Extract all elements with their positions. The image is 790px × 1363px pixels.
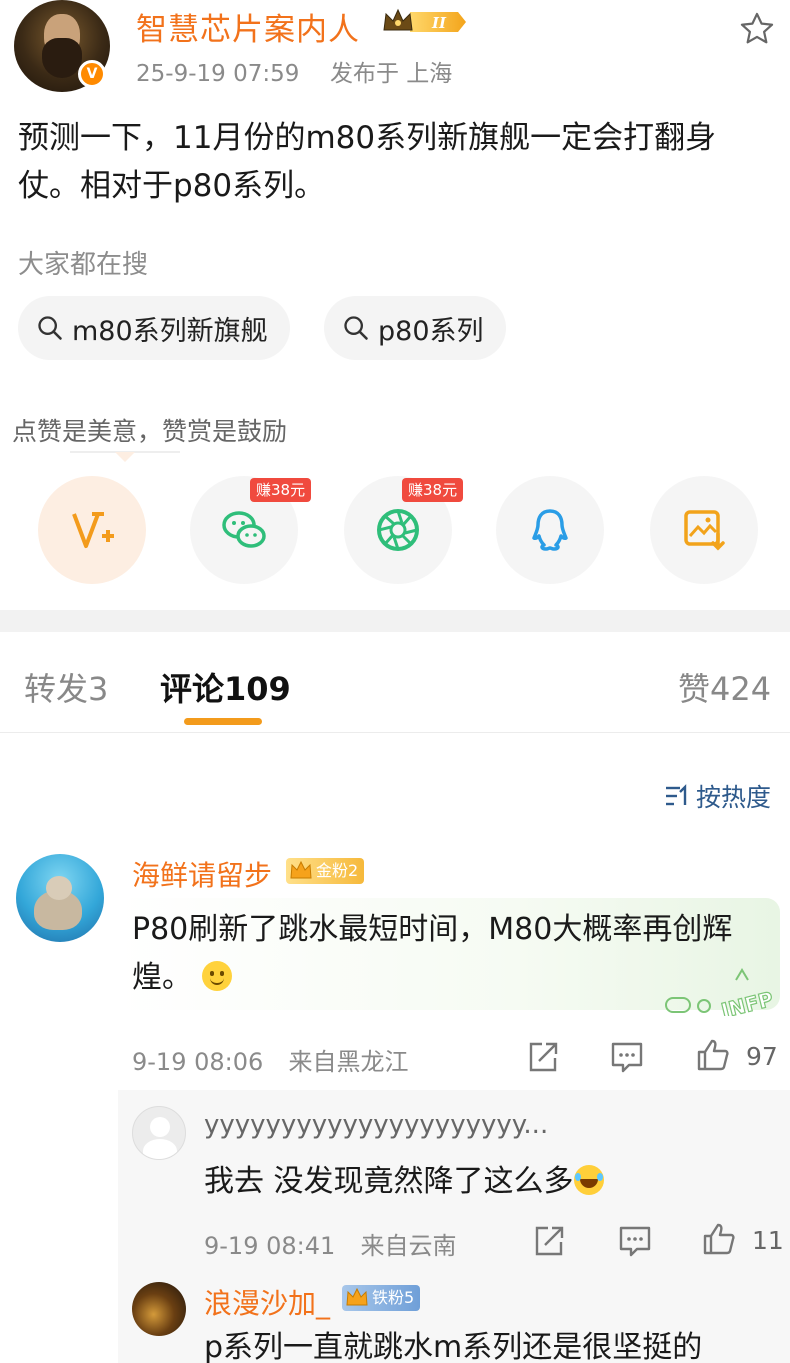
author-name[interactable]: 智慧芯片案内人 [136,4,360,49]
crown-level-badge-icon: II [383,8,466,32]
qq-icon [532,509,568,551]
tab-repost-label: 转发 [24,670,89,708]
hot-search-title: 大家都在搜 [18,250,149,280]
sort-by-hot-button[interactable]: 按热度 [664,778,771,814]
search-chip-label: m80系列新旗舰 [72,315,268,347]
repost-icon[interactable] [532,1224,566,1258]
commenter-name[interactable]: 海鲜请留步 [132,854,272,894]
tab-repost-count: 3 [88,670,109,708]
reply-text-body: 我去 没发现竟然降了这么多 [204,1164,574,1199]
verified-badge-icon: V [78,60,106,88]
save-image-icon [684,510,725,551]
reply-text: p系列一直就跳水m系列还是很坚挺的 [204,1330,703,1363]
v-plus-icon [72,512,114,548]
post-meta: 25-9-19 07:59 发布于 上海 [136,54,452,88]
search-chip-p80[interactable]: p80系列 [324,296,506,360]
sort-icon [666,784,687,806]
fan-badge-gold: 金粉2 [286,858,365,884]
comment-time: 9-19 08:06 [132,1048,264,1076]
wechat-icon [222,511,266,548]
smile-emoji-icon [201,961,232,991]
post-date: 25-9-19 07:59 [136,61,300,87]
tab-divider [0,732,790,733]
post-body-text: 预测一下，11月份的m80系列新旗舰一定会打翻身仗。相对于p80系列。 [18,120,717,204]
like-count: 97 [746,1042,778,1071]
tooltip-pointer-icon [70,451,180,462]
fan-badge-label: 铁粉5 [372,1288,415,1307]
moments-icon [377,509,419,551]
like-count: 11 [752,1226,784,1255]
tab-likes-count: 424 [710,670,772,708]
save-image-button[interactable] [650,476,758,584]
reply-meta: 9-19 08:41 来自云南 [204,1226,457,1261]
reply-author-name[interactable]: yyyyyyyyyyyyyyyyyyyyy... [204,1110,548,1140]
comment-location: 来自黑龙江 [288,1048,409,1076]
search-chip-label: p80系列 [378,315,484,347]
search-icon [344,316,368,340]
post-location: 发布于 上海 [329,61,453,87]
laugh-cry-emoji-icon [573,1165,604,1195]
infp-sticker-icon: INFP [665,968,776,1016]
reward-caption: 点赞是美意，赞赏是鼓励 [12,417,288,446]
repost-icon[interactable] [526,1040,560,1074]
like-thumb-icon[interactable] [696,1038,730,1072]
crown-icon [290,860,312,879]
active-tab-indicator [184,718,262,725]
crown-icon [346,1287,368,1306]
tab-comments-label: 评论 [160,670,225,708]
reply-author-name[interactable]: 浪漫沙加_ [204,1282,330,1322]
tab-repost[interactable]: 转发3 [24,664,108,710]
earn-tag-moments: 赚38元 [402,478,464,502]
tab-likes[interactable]: 赞424 [678,664,771,710]
tab-comments-count: 109 [224,670,291,708]
search-chip-m80[interactable]: m80系列新旗舰 [18,296,290,360]
v-plus-button[interactable] [38,476,146,584]
tab-comments[interactable]: 评论109 [160,664,291,710]
reply-avatar[interactable] [132,1282,186,1336]
fan-badge-label: 金粉2 [316,861,359,880]
earn-tag-wechat: 赚38元 [250,478,312,502]
commenter-avatar[interactable] [16,854,104,942]
sort-label: 按热度 [696,783,772,812]
share-qq-button[interactable] [496,476,604,584]
reply-location: 来自云南 [360,1232,457,1260]
reply-avatar-default[interactable] [132,1106,186,1160]
reply-text: 我去 没发现竟然降了这么多 [204,1156,604,1200]
comment-meta: 9-19 08:06 来自黑龙江 [132,1042,409,1077]
level-text: II [431,14,447,32]
sticker-text: INFP [719,987,776,1016]
search-icon [38,316,62,340]
tab-likes-label: 赞 [678,670,711,708]
reply-time: 9-19 08:41 [204,1232,336,1260]
favorite-star-icon[interactable] [738,10,776,48]
comment-icon[interactable] [618,1224,652,1258]
fan-badge-iron: 铁粉5 [342,1285,421,1311]
comment-icon[interactable] [610,1040,644,1074]
like-thumb-icon[interactable] [702,1222,736,1256]
section-divider [0,610,790,632]
